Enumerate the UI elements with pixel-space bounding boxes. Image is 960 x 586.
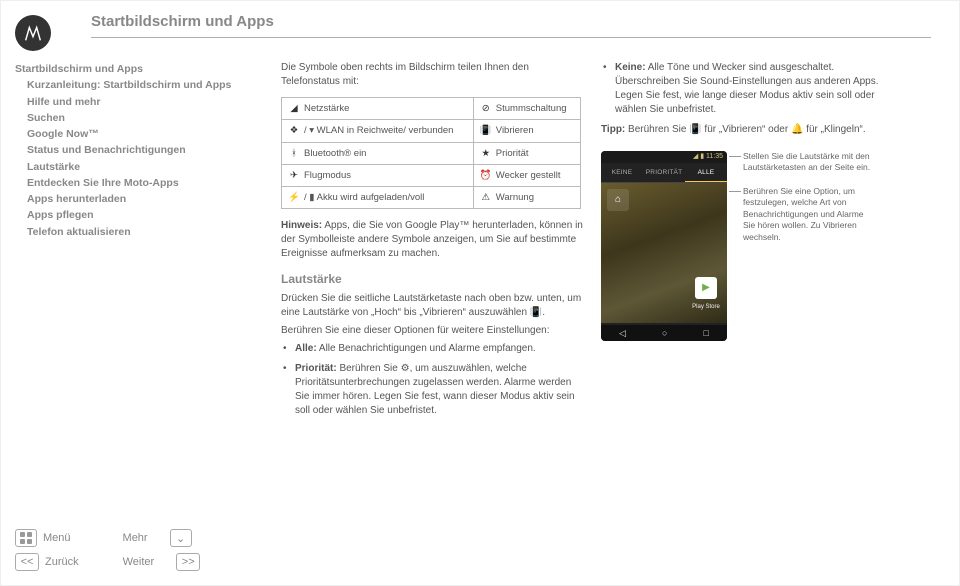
softkey-recent-icon[interactable]: □ <box>704 327 709 340</box>
wifi-icon: ❖ <box>288 124 300 137</box>
status-lead: Die Symbole oben rechts im Bildschirm te… <box>281 61 583 89</box>
phone-statusbar: ◢ ▮ 11:35 <box>601 151 727 163</box>
cell-label: Wecker gestellt <box>496 170 561 181</box>
home-tile-icon[interactable]: ⌂ <box>607 189 629 211</box>
cell-label: / ▮ Akku wird aufgeladen/voll <box>304 192 424 203</box>
table-row: ᚼ Bluetooth® ein ★ Priorität <box>282 142 581 164</box>
bullet-text: Alle Töne und Wecker sind ausgeschaltet.… <box>615 62 879 115</box>
hinweis-label: Hinweis: <box>281 220 322 231</box>
nav-heading: Startbildschirm und Apps <box>15 61 255 77</box>
phone-row: ◢ ▮ 11:35 KEINE PRIORITÄT ALLE ⌂ ▶ Play … <box>601 151 901 341</box>
nav-item[interactable]: Google Now™ <box>15 126 255 142</box>
nav-item[interactable]: Apps pflegen <box>15 207 255 223</box>
tipp-text: Berühren Sie 📳 für „Vibrieren“ oder 🔔 fü… <box>625 124 865 135</box>
play-store-icon[interactable]: ▶ <box>695 277 717 299</box>
nav-list: Startbildschirm und Apps Kurzanleitung: … <box>15 61 255 240</box>
tipp-label: Tipp: <box>601 124 625 135</box>
title-rule <box>91 37 931 38</box>
bullet-text: Alle Benachrichtigungen und Alarme empfa… <box>317 343 536 354</box>
status-icon-table: ◢ Netzstärke ⊘ Stummschaltung ❖ / ▾ WLAN in… <box>281 97 581 209</box>
phone-softkeys: ◁ ○ □ <box>601 325 727 341</box>
tipp-paragraph: Tipp: Berühren Sie 📳 für „Vibrieren“ ode… <box>601 123 901 137</box>
tab-keine[interactable]: KEINE <box>601 163 643 182</box>
bluetooth-icon: ᚼ <box>288 147 300 160</box>
nav-item[interactable]: Kurzanleitung: Startbildschirm und Apps <box>15 77 255 93</box>
vibrate-icon: 📳 <box>480 124 492 137</box>
cell-label: Vibrieren <box>496 125 534 136</box>
motorola-logo-icon <box>22 22 44 44</box>
airplane-icon: ✈ <box>288 169 300 182</box>
softkey-back-icon[interactable]: ◁ <box>619 327 626 340</box>
callout-options: Berühren Sie eine Option, um festzulegen… <box>743 186 877 243</box>
back-button[interactable]: << <box>15 553 39 571</box>
callout-volume-keys: Stellen Sie die Lautstärke mit den Lauts… <box>743 151 877 174</box>
table-row: ⚡ / ▮ Akku wird aufgeladen/voll ⚠ Warnung <box>282 187 581 209</box>
more-button[interactable]: ⌄ <box>170 529 192 547</box>
tab-prioritaet[interactable]: PRIORITÄT <box>643 163 685 182</box>
column-middle: Die Symbole oben rechts im Bildschirm te… <box>281 61 601 424</box>
table-row: ❖ / ▾ WLAN in Reichweite/ verbunden 📳 Vibr… <box>282 120 581 142</box>
nav-item[interactable]: Lautstärke <box>15 159 255 175</box>
next-label: Weiter <box>123 556 155 568</box>
menu-grid-icon <box>20 532 32 544</box>
bullet-label: Keine: <box>615 62 646 73</box>
volume-options-list: Alle: Alle Benachrichtigungen und Alarme… <box>281 342 583 418</box>
double-chevron-left-icon: << <box>21 556 34 568</box>
bottom-row-1: Menü Mehr ⌄ <box>15 529 255 547</box>
cell-label: Flugmodus <box>304 170 351 181</box>
nav-item[interactable]: Suchen <box>15 110 255 126</box>
cell-label: / ▾ WLAN in Reichweite/ verbunden <box>304 125 453 136</box>
table-row: ✈ Flugmodus ⏰ Wecker gestellt <box>282 164 581 186</box>
next-button[interactable]: >> <box>176 553 200 571</box>
menu-button[interactable] <box>15 529 37 547</box>
motorola-logo <box>15 15 51 51</box>
bullet-label: Alle: <box>295 343 317 354</box>
cell-label: Priorität <box>496 148 529 159</box>
nav-item[interactable]: Status und Benachrichtigungen <box>15 142 255 158</box>
double-chevron-right-icon: >> <box>182 556 195 568</box>
alarm-icon: ⏰ <box>480 169 492 182</box>
back-label: Zurück <box>45 556 79 568</box>
list-item: Keine: Alle Töne und Wecker sind ausgesc… <box>615 61 901 117</box>
list-item: Priorität: Berühren Sie ⚙, um auszuwähle… <box>295 362 583 418</box>
warning-icon: ⚠ <box>480 191 492 204</box>
play-store-label: Play Store <box>687 303 725 311</box>
lautstaerke-p2: Berühren Sie eine dieser Optionen für we… <box>281 324 583 338</box>
list-item: Alle: Alle Benachrichtigungen und Alarme… <box>295 342 583 356</box>
bullet-text: Berühren Sie ⚙, um auszuwählen, welche P… <box>295 363 575 416</box>
nav-item[interactable]: Telefon aktualisieren <box>15 224 255 240</box>
phone-wallpaper: ⌂ ▶ Play Store <box>601 183 727 323</box>
nav-item[interactable]: Apps herunterladen <box>15 191 255 207</box>
bullet-label: Priorität: <box>295 363 337 374</box>
table-row: ◢ Netzstärke ⊘ Stummschaltung <box>282 98 581 120</box>
hinweis-paragraph: Hinweis: Apps, die Sie von Google Play™ … <box>281 219 583 261</box>
section-lautstaerke-heading: Lautstärke <box>281 271 583 288</box>
more-label: Mehr <box>123 532 148 544</box>
phone-volume-tabs: KEINE PRIORITÄT ALLE <box>601 163 727 183</box>
cell-label: Netzstärke <box>304 103 349 114</box>
mute-icon: ⊘ <box>480 102 492 115</box>
softkey-home-icon[interactable]: ○ <box>662 327 667 340</box>
star-icon: ★ <box>480 147 492 160</box>
tab-alle[interactable]: ALLE <box>685 163 727 182</box>
bottom-nav: Menü Mehr ⌄ << Zurück Weiter >> <box>15 523 255 571</box>
phone-callouts: Stellen Sie die Lautstärke mit den Lauts… <box>727 151 877 255</box>
menu-label: Menü <box>43 532 71 544</box>
nav-item[interactable]: Entdecken Sie Ihre Moto-Apps <box>15 175 255 191</box>
phone-mock: ◢ ▮ 11:35 KEINE PRIORITÄT ALLE ⌂ ▶ Play … <box>601 151 727 341</box>
keine-bullet-list: Keine: Alle Töne und Wecker sind ausgesc… <box>601 61 901 117</box>
column-right: Keine: Alle Töne und Wecker sind ausgesc… <box>601 61 901 341</box>
bottom-row-2: << Zurück Weiter >> <box>15 553 255 571</box>
chevron-down-icon: ⌄ <box>176 532 185 545</box>
hinweis-text: Apps, die Sie von Google Play™ herunterl… <box>281 220 583 259</box>
main-content: Die Symbole oben rechts im Bildschirm te… <box>281 61 921 424</box>
cell-label: Bluetooth® ein <box>304 148 366 159</box>
signal-icon: ◢ <box>288 102 300 115</box>
cell-label: Warnung <box>496 192 534 203</box>
lautstaerke-p1: Drücken Sie die seitliche Lautstärketast… <box>281 292 583 320</box>
battery-icon: ⚡ <box>288 191 300 204</box>
cell-label: Stummschaltung <box>496 103 567 114</box>
page-title: Startbildschirm und Apps <box>91 13 274 30</box>
nav-item[interactable]: Hilfe und mehr <box>15 94 255 110</box>
